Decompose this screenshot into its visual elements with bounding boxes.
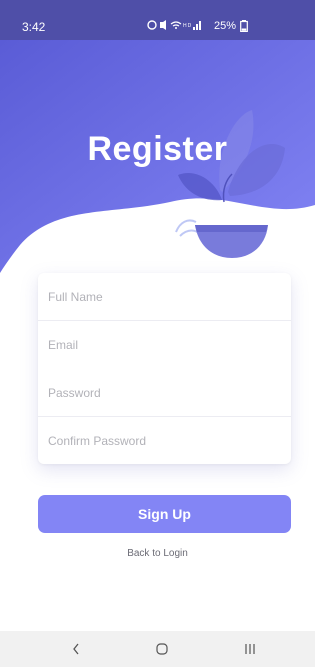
status-icons-svg: HD bbox=[147, 20, 201, 30]
back-button[interactable] bbox=[56, 631, 96, 667]
signal-icon bbox=[193, 27, 195, 30]
page-title: Register bbox=[87, 130, 228, 168]
home-button[interactable] bbox=[142, 631, 182, 667]
alarm-icon bbox=[147, 20, 157, 30]
wifi-icon bbox=[170, 21, 182, 27]
back-icon bbox=[73, 643, 79, 655]
battery-icon bbox=[240, 20, 248, 32]
back-to-login-link[interactable]: Back to Login bbox=[0, 548, 315, 559]
recents-button[interactable] bbox=[230, 631, 270, 667]
mute-icon bbox=[160, 20, 166, 30]
status-icons: HD bbox=[147, 19, 207, 34]
navigation-bar bbox=[0, 631, 315, 667]
recents-icon bbox=[245, 644, 255, 654]
hd-icon: HD bbox=[183, 23, 192, 29]
signup-button[interactable]: Sign Up bbox=[38, 495, 291, 533]
battery-level: 25% bbox=[214, 20, 237, 32]
full-name-field[interactable] bbox=[38, 273, 291, 321]
home-icon bbox=[156, 643, 168, 655]
password-field[interactable] bbox=[38, 369, 291, 417]
email-field[interactable] bbox=[38, 321, 291, 369]
registration-form bbox=[38, 273, 291, 464]
status-time: 3:42 bbox=[22, 20, 46, 34]
status-bar: 3:42 HD 25% bbox=[0, 0, 315, 40]
confirm-password-field[interactable] bbox=[38, 417, 291, 464]
